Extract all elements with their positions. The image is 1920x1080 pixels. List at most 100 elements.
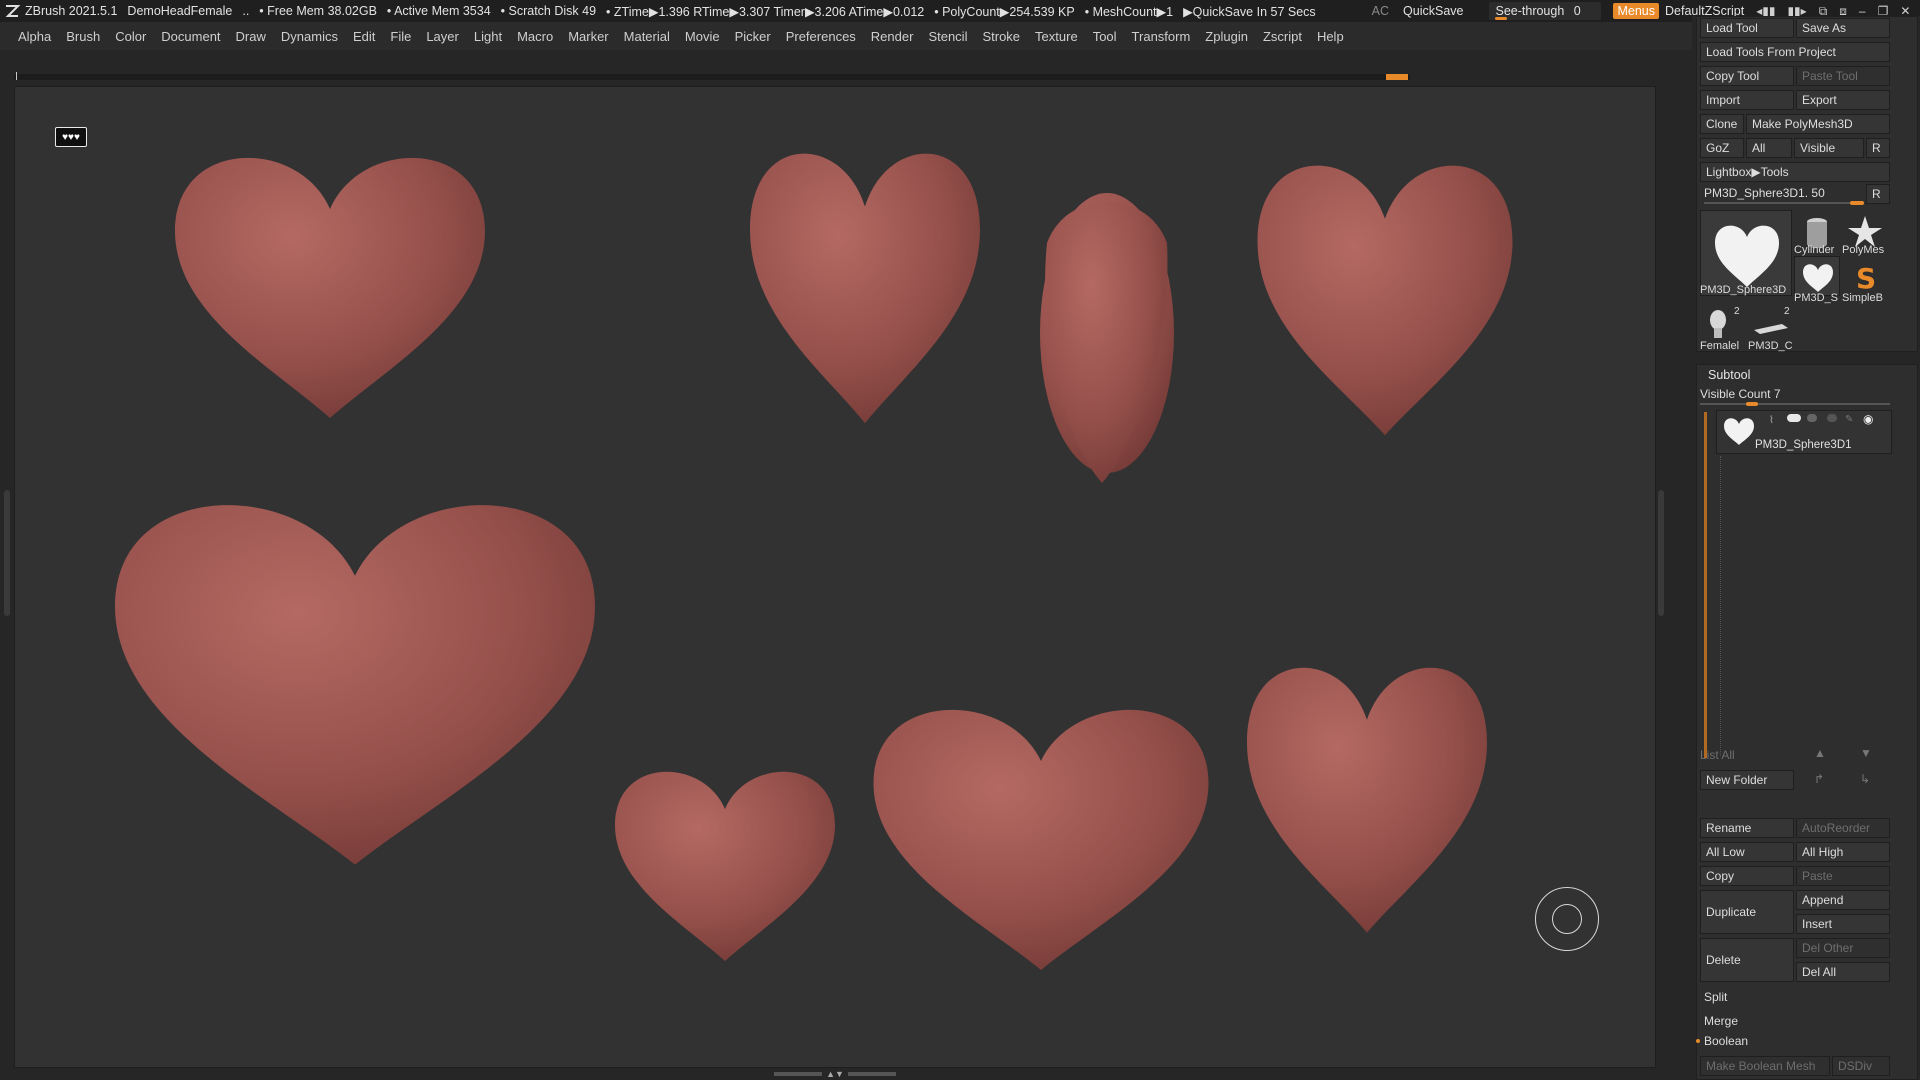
menu-tool[interactable]: Tool (1093, 29, 1117, 44)
tool-thumb-female-head[interactable]: 2 (1700, 306, 1744, 342)
menu-zscript[interactable]: Zscript (1263, 29, 1302, 44)
menu-dynamics[interactable]: Dynamics (281, 29, 338, 44)
menu-material[interactable]: Material (624, 29, 670, 44)
menu-preferences[interactable]: Preferences (786, 29, 856, 44)
left-tray-handle[interactable] (4, 490, 10, 616)
menu-marker[interactable]: Marker (568, 29, 608, 44)
new-folder-button[interactable]: New Folder (1700, 770, 1794, 790)
del-all-button[interactable]: Del All (1796, 962, 1890, 982)
right-tray-handle[interactable] (1658, 490, 1664, 616)
see-through-knob[interactable] (1495, 17, 1508, 20)
append-button[interactable]: Append (1796, 890, 1890, 910)
subtool-folder-guide (1720, 456, 1721, 756)
dsdiv-slider[interactable]: DSDiv (1832, 1056, 1890, 1076)
menu-draw[interactable]: Draw (236, 29, 266, 44)
move-down-icon[interactable]: ▼ (1860, 746, 1872, 760)
export-button[interactable]: Export (1796, 90, 1890, 110)
folder-down-icon[interactable]: ↳ (1860, 772, 1870, 786)
menu-render[interactable]: Render (871, 29, 914, 44)
thumb-badge-female: 2 (1734, 306, 1740, 317)
insert-button[interactable]: Insert (1796, 914, 1890, 934)
load-tool-button[interactable]: Load Tool (1700, 18, 1794, 38)
menu-alpha[interactable]: Alpha (18, 29, 51, 44)
tool-r-button[interactable]: R (1866, 184, 1890, 204)
move-up-icon[interactable]: ▲ (1814, 746, 1826, 760)
menu-document[interactable]: Document (161, 29, 220, 44)
all-high-button[interactable]: All High (1796, 842, 1890, 862)
subtool-brush-icon[interactable]: ⌇ (1769, 415, 1774, 426)
menu-movie[interactable]: Movie (685, 29, 720, 44)
menu-stroke[interactable]: Stroke (982, 29, 1020, 44)
navigation-gizmo-icon[interactable] (1535, 887, 1599, 951)
menu-zplugin[interactable]: Zplugin (1205, 29, 1248, 44)
delete-button[interactable]: Delete (1700, 938, 1794, 982)
current-tool-slider[interactable]: PM3D_Sphere3D1. 50 (1704, 186, 1825, 200)
goz-visible-button[interactable]: Visible (1794, 138, 1864, 158)
visible-count-knob[interactable] (1746, 402, 1758, 406)
eye-icon[interactable]: ◉ (1863, 412, 1873, 426)
make-boolean-mesh-button[interactable]: Make Boolean Mesh (1700, 1056, 1830, 1076)
tool-slider-knob[interactable] (1850, 201, 1864, 205)
all-low-button[interactable]: All Low (1700, 842, 1794, 862)
subtool-scrollbar[interactable] (1704, 412, 1707, 758)
heart-model-8 (1247, 667, 1487, 933)
status-quicksave-timer: ▶QuickSave In 57 Secs (1183, 4, 1316, 19)
viewport-canvas[interactable]: ♥♥♥ (14, 86, 1656, 1068)
subtool-dynamesh-icon[interactable] (1827, 414, 1837, 422)
boolean-section[interactable]: Boolean (1704, 1034, 1748, 1048)
clone-button[interactable]: Clone (1700, 114, 1744, 134)
copy-tool-button[interactable]: Copy Tool (1700, 66, 1794, 86)
menu-edit[interactable]: Edit (353, 29, 375, 44)
subtool-title[interactable]: Subtool (1708, 368, 1750, 382)
timeline-marker[interactable] (1386, 74, 1408, 80)
menu-file[interactable]: File (390, 29, 411, 44)
split-section[interactable]: Split (1704, 990, 1727, 1004)
auto-reorder-button[interactable]: AutoReorder (1796, 818, 1890, 838)
goz-r-button[interactable]: R (1866, 138, 1890, 158)
subtool-item[interactable]: ⌇ ✎ ◉ PM3D_Sphere3D1 (1716, 410, 1892, 454)
bottom-tray-handle[interactable]: ▲▼ (770, 1069, 900, 1079)
menu-light[interactable]: Light (474, 29, 502, 44)
menu-macro[interactable]: Macro (517, 29, 553, 44)
heart-model-3-side (1040, 193, 1174, 483)
import-button[interactable]: Import (1700, 90, 1794, 110)
save-as-button[interactable]: Save As (1796, 18, 1890, 38)
list-all-button[interactable]: List All (1700, 748, 1735, 762)
subtool-pen-icon[interactable]: ✎ (1845, 414, 1853, 425)
subtool-polygroup-icon[interactable] (1807, 414, 1817, 422)
visible-count-slider[interactable]: Visible Count 7 (1700, 387, 1781, 401)
tool-thumb-simplebrush[interactable]: S (1842, 256, 1888, 296)
folder-up-icon[interactable]: ↱ (1814, 772, 1824, 786)
menu-layer[interactable]: Layer (426, 29, 459, 44)
thumb-caption-cylinder: Cylinder (1794, 244, 1835, 256)
hearts-thumbnail-icon[interactable]: ♥♥♥ (55, 127, 87, 147)
duplicate-button[interactable]: Duplicate (1700, 890, 1794, 934)
copy-subtool-button[interactable]: Copy (1700, 866, 1794, 886)
menu-color[interactable]: Color (115, 29, 146, 44)
subtool-toggle-icon[interactable] (1787, 414, 1801, 422)
menu-brush[interactable]: Brush (66, 29, 100, 44)
goz-button[interactable]: GoZ (1700, 138, 1744, 158)
menu-transform[interactable]: Transform (1132, 29, 1191, 44)
rename-button[interactable]: Rename (1700, 818, 1794, 838)
make-polymesh3d-button[interactable]: Make PolyMesh3D (1746, 114, 1890, 134)
menus-button[interactable]: Menus (1613, 3, 1660, 19)
lightbox-tools-button[interactable]: Lightbox▶Tools (1700, 162, 1890, 182)
menu-texture[interactable]: Texture (1035, 29, 1078, 44)
tool-thumb-pm3d-s[interactable] (1794, 256, 1840, 296)
load-tools-from-project-button[interactable]: Load Tools From Project (1700, 42, 1890, 62)
paste-subtool-button[interactable]: Paste (1796, 866, 1890, 886)
menu-stencil[interactable]: Stencil (928, 29, 967, 44)
timeline-track[interactable] (14, 72, 1410, 80)
quicksave-button[interactable]: QuickSave (1403, 4, 1463, 18)
del-other-button[interactable]: Del Other (1796, 938, 1890, 958)
paste-tool-button[interactable]: Paste Tool (1796, 66, 1890, 86)
tool-thumb-pm3d-c[interactable]: 2 (1748, 306, 1794, 342)
menu-help[interactable]: Help (1317, 29, 1344, 44)
see-through-slider[interactable]: See-through 0 (1489, 2, 1602, 20)
tool-slider-track (1704, 202, 1864, 204)
merge-section[interactable]: Merge (1704, 1014, 1738, 1028)
ac-toggle[interactable]: AC (1372, 4, 1389, 18)
goz-all-button[interactable]: All (1746, 138, 1792, 158)
menu-picker[interactable]: Picker (735, 29, 771, 44)
